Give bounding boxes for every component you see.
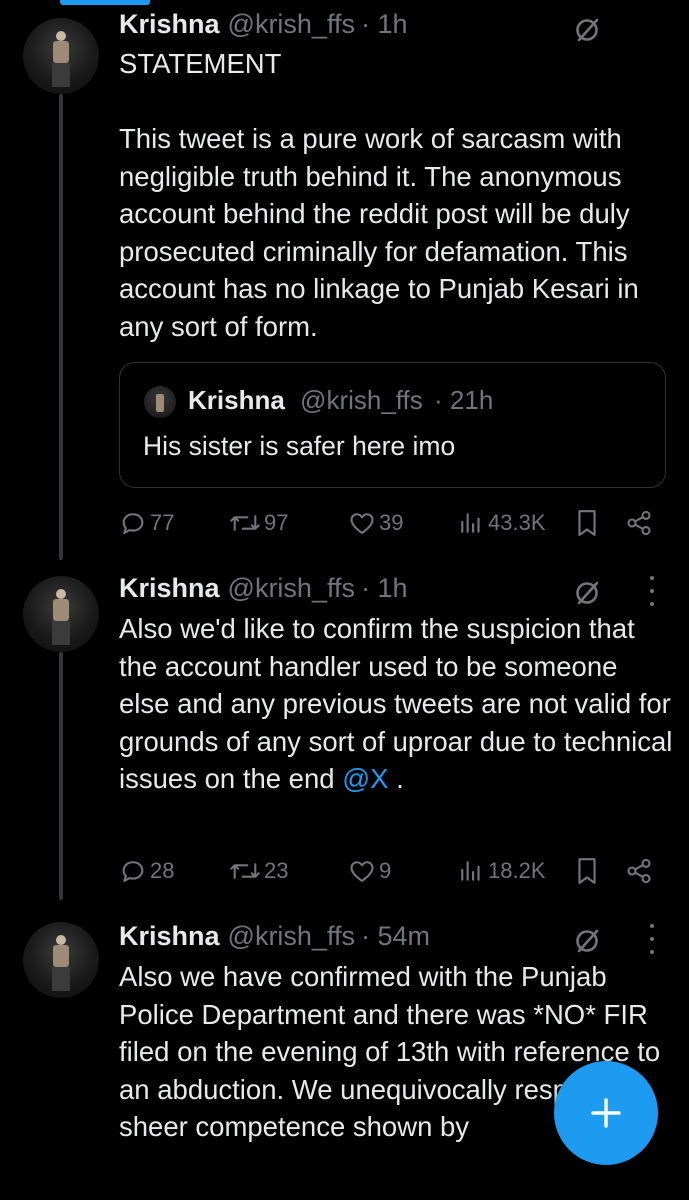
timestamp: · 1h bbox=[360, 8, 408, 39]
grok-icon[interactable] bbox=[574, 928, 600, 954]
more-icon[interactable] bbox=[648, 576, 656, 606]
author-name[interactable]: Krishna bbox=[119, 9, 220, 40]
views-icon bbox=[461, 513, 480, 533]
like-button[interactable]: 39 bbox=[348, 503, 403, 543]
quoted-author-handle: @krish_ffs bbox=[300, 385, 423, 415]
reply-button[interactable]: 28 bbox=[119, 851, 174, 891]
tweet-header: Krishna @krish_ffs · 1h bbox=[119, 572, 408, 604]
author-handle[interactable]: @krish_ffs bbox=[228, 9, 355, 40]
views-count: 18.2K bbox=[488, 858, 546, 883]
reply-button[interactable]: 77 bbox=[119, 503, 174, 543]
quoted-author-name: Krishna bbox=[188, 385, 285, 415]
reply-icon bbox=[122, 861, 144, 882]
compose-button[interactable] bbox=[554, 1061, 658, 1165]
repost-count: 97 bbox=[264, 510, 289, 535]
tweet-body-suffix: . bbox=[388, 763, 404, 794]
tweet-body-paragraph: Also we'd like to confirm the suspicion … bbox=[119, 610, 674, 798]
plus-icon bbox=[591, 1098, 621, 1128]
tweet-body: STATEMENT This tweet is a pure work of s… bbox=[119, 45, 674, 345]
share-button[interactable] bbox=[625, 851, 653, 891]
quoted-text: His sister is safer here imo bbox=[143, 431, 456, 461]
share-icon bbox=[627, 858, 651, 884]
quoted-timestamp: · 21h bbox=[434, 385, 494, 415]
reply-icon bbox=[122, 513, 144, 534]
quoted-avatar bbox=[144, 386, 176, 418]
share-icon bbox=[627, 510, 651, 536]
like-icon bbox=[350, 861, 374, 882]
views-count: 43.3K bbox=[488, 510, 546, 535]
tweet-body-line: STATEMENT bbox=[119, 48, 282, 79]
like-count: 39 bbox=[379, 510, 404, 535]
tweet-header: Krishna @krish_ffs · 1h bbox=[119, 8, 408, 40]
quoted-tweet[interactable]: Krishna @krish_ffs · 21h His sister is s… bbox=[119, 362, 666, 488]
views-icon bbox=[461, 861, 480, 881]
avatar[interactable] bbox=[23, 576, 99, 652]
grok-icon[interactable] bbox=[574, 580, 600, 606]
action-bar: 77 97 39 43.3K bbox=[0, 503, 689, 543]
views-button[interactable]: 18.2K bbox=[459, 851, 546, 891]
author-handle[interactable]: @krish_ffs bbox=[228, 921, 355, 952]
avatar[interactable] bbox=[23, 18, 99, 94]
mention-link[interactable]: @X bbox=[342, 763, 388, 794]
grok-icon[interactable] bbox=[574, 17, 600, 43]
repost-count: 23 bbox=[264, 858, 289, 883]
like-button[interactable]: 9 bbox=[348, 851, 391, 891]
views-button[interactable]: 43.3K bbox=[459, 503, 546, 543]
author-handle[interactable]: @krish_ffs bbox=[228, 573, 355, 604]
timestamp: · 54m bbox=[360, 920, 431, 951]
like-count: 9 bbox=[379, 858, 392, 883]
author-name[interactable]: Krishna bbox=[119, 921, 220, 952]
tweet-body-line: This tweet is a pure work of sarcasm wit… bbox=[119, 123, 639, 342]
repost-icon bbox=[230, 515, 260, 531]
avatar[interactable] bbox=[23, 922, 99, 998]
bookmark-button[interactable] bbox=[576, 503, 598, 543]
bookmark-button[interactable] bbox=[576, 851, 598, 891]
bookmark-icon bbox=[578, 858, 596, 884]
repost-button[interactable]: 23 bbox=[229, 851, 288, 891]
reply-count: 77 bbox=[150, 510, 175, 535]
tweet-header: Krishna @krish_ffs · 54m bbox=[119, 920, 430, 952]
author-name[interactable]: Krishna bbox=[119, 573, 220, 604]
share-button[interactable] bbox=[625, 503, 653, 543]
reply-count: 28 bbox=[150, 858, 175, 883]
tweet-body-line bbox=[119, 83, 674, 121]
timestamp: · 1h bbox=[360, 572, 408, 603]
tweet-1[interactable]: Krishna @krish_ffs · 1h STATEMENT This t… bbox=[0, 0, 689, 560]
repost-button[interactable]: 97 bbox=[229, 503, 288, 543]
bookmark-icon bbox=[578, 510, 596, 536]
more-icon[interactable] bbox=[648, 924, 656, 954]
action-bar: 28 23 9 18.2K bbox=[0, 851, 689, 891]
quoted-header: Krishna @krish_ffs · 21h bbox=[188, 385, 493, 416]
tweet-2[interactable]: Krishna @krish_ffs · 1h Also we'd like t… bbox=[0, 560, 689, 900]
like-icon bbox=[350, 513, 374, 534]
thread-line bbox=[59, 652, 63, 900]
tweet-body: Also we'd like to confirm the suspicion … bbox=[119, 610, 674, 798]
repost-icon bbox=[230, 863, 260, 879]
